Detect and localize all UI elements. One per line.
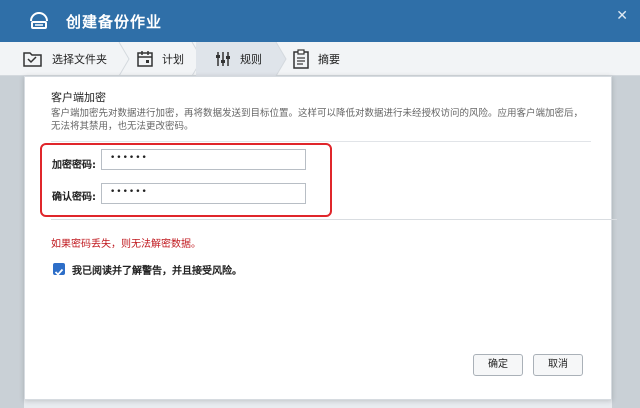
background-right xyxy=(612,76,640,408)
warning-text: 如果密码丢失，则无法解密数据。 xyxy=(51,239,201,250)
background-left xyxy=(0,76,24,408)
title-bar: 创建备份作业 ✕ xyxy=(0,0,640,42)
backup-app-icon xyxy=(30,12,48,29)
step-summary[interactable]: 摘要 xyxy=(292,42,340,76)
checkmark-icon xyxy=(54,268,64,276)
divider xyxy=(51,219,617,220)
step-rules[interactable]: 规则 xyxy=(196,42,276,76)
step-label: 计划 xyxy=(162,53,184,66)
confirm-password-field[interactable]: •••••• xyxy=(101,183,306,204)
ok-button[interactable]: 确定 xyxy=(473,354,523,376)
password-field[interactable]: •••••• xyxy=(101,149,306,170)
step-schedule[interactable]: 计划 xyxy=(136,42,184,76)
step-label: 规则 xyxy=(240,53,262,66)
encryption-dialog: 客户端加密 客户端加密先对数据进行加密，再将数据发送到目标位置。这样可以降低对数… xyxy=(24,76,617,400)
step-label: 选择文件夹 xyxy=(52,53,107,66)
window-title: 创建备份作业 xyxy=(66,13,163,31)
section-description: 客户端加密先对数据进行加密，再将数据发送到目标位置。这样可以降低对数据进行未经授… xyxy=(51,108,584,132)
step-label: 摘要 xyxy=(318,53,340,66)
sliders-icon xyxy=(216,52,230,66)
step-select-folder[interactable]: 选择文件夹 xyxy=(22,42,107,76)
step-separator xyxy=(118,42,130,76)
cancel-button[interactable]: 取消 xyxy=(533,354,583,376)
step-separator xyxy=(275,42,287,76)
acknowledge-checkbox[interactable] xyxy=(53,263,65,276)
confirm-password-label: 确认密码: xyxy=(52,192,96,203)
section-title: 客户端加密 xyxy=(51,91,106,104)
password-label: 加密密码: xyxy=(52,160,96,171)
divider xyxy=(51,141,591,142)
folder-icon xyxy=(23,52,42,67)
close-icon[interactable]: ✕ xyxy=(616,8,628,24)
acknowledge-label[interactable]: 我已阅读并了解警告，并且接受风险。 xyxy=(72,262,242,277)
step-bar: 选择文件夹 计划 规则 摘要 xyxy=(0,42,640,76)
calendar-icon xyxy=(137,51,153,67)
clipboard-icon xyxy=(293,49,309,69)
